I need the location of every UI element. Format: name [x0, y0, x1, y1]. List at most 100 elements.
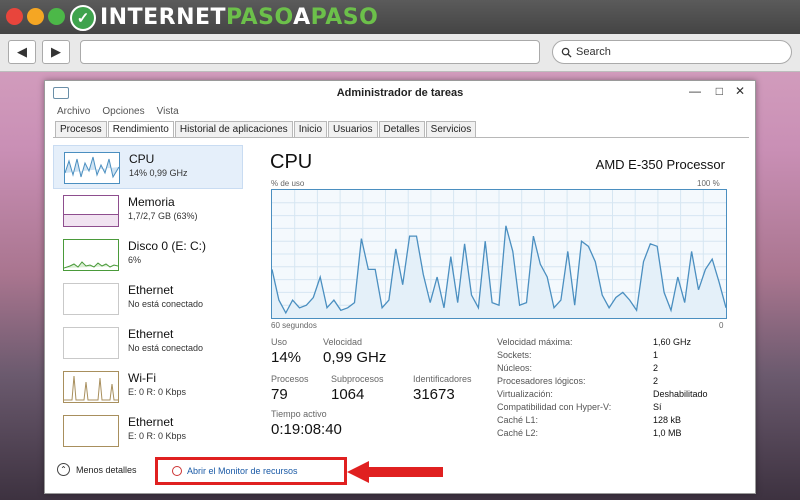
sidebar-item-wifi[interactable]: Wi-Fi E: 0 R: 0 Kbps — [53, 365, 243, 409]
ethernet-thumbnail — [63, 415, 119, 447]
detail-key: Núcleos: — [497, 363, 533, 373]
cpu-thumbnail — [64, 152, 120, 184]
sidebar-sublabel: No está conectado — [128, 343, 204, 353]
tab-detalles[interactable]: Detalles — [378, 121, 425, 137]
graph-y-max: 100 % — [697, 179, 720, 188]
detail-value: 2 — [653, 376, 659, 386]
sidebar-label: Memoria — [128, 195, 175, 209]
window-title: Administrador de tareas — [336, 87, 464, 99]
memory-thumbnail — [63, 195, 119, 227]
velocidad-label: Velocidad — [323, 337, 363, 347]
subprocesos-value: 1064 — [331, 386, 365, 403]
tab-servicios[interactable]: Servicios — [425, 121, 477, 137]
subprocesos-label: Subprocesos — [331, 374, 384, 384]
arrow-right-icon: ▶ — [51, 44, 61, 59]
maximize-window-button[interactable] — [48, 8, 65, 25]
detail-key: Sockets: — [497, 350, 532, 360]
menu-opciones[interactable]: Opciones — [102, 106, 144, 117]
logo-icon: ✓ — [70, 4, 96, 31]
arrow-left-icon: ◀ — [17, 44, 27, 59]
procesos-value: 79 — [271, 386, 288, 403]
sidebar-item-disco[interactable]: Disco 0 (E: C:) 6% — [53, 233, 243, 277]
sidebar-label: Ethernet — [128, 327, 174, 341]
browser-navbar: ◀ ▶ Search — [0, 34, 800, 72]
detail-key: Caché L1: — [497, 415, 539, 425]
procesos-label: Procesos — [271, 374, 309, 384]
tab-historial[interactable]: Historial de aplicaciones — [174, 121, 293, 137]
search-icon — [561, 47, 572, 58]
window-titlebar: Administrador de tareas — □ ✕ — [45, 81, 755, 105]
menu-bar: Archivo Opciones Vista — [57, 106, 179, 117]
detail-value: Sí — [653, 402, 662, 412]
sidebar-label: CPU — [129, 152, 155, 166]
detail-value: 1,0 MB — [653, 428, 682, 438]
minimize-icon[interactable]: — — [689, 84, 701, 98]
search-placeholder: Search — [576, 46, 611, 58]
disk-thumbnail — [63, 239, 119, 271]
tab-usuarios[interactable]: Usuarios — [328, 121, 378, 137]
uso-value: 14% — [271, 349, 302, 366]
minimize-window-button[interactable] — [27, 8, 44, 25]
tiempo-activo-label: Tiempo activo — [271, 409, 327, 419]
sidebar-item-memoria[interactable]: Memoria 1,7/2,7 GB (63%) — [53, 189, 243, 233]
forward-button[interactable]: ▶ — [42, 40, 70, 64]
sidebar-item-cpu[interactable]: CPU 14% 0,99 GHz — [53, 145, 243, 189]
tab-inicio[interactable]: Inicio — [293, 121, 328, 137]
uso-label: Uso — [271, 337, 288, 347]
detail-value: 1,60 GHz — [653, 337, 692, 347]
open-monitor-label: Abrir el Monitor de recursos — [187, 466, 298, 476]
menu-archivo[interactable]: Archivo — [57, 106, 90, 117]
chevron-up-icon: ⌃ — [57, 463, 70, 476]
detail-value: Deshabilitado — [653, 389, 708, 399]
velocidad-value: 0,99 GHz — [323, 349, 387, 366]
cpu-usage-chart — [272, 190, 726, 318]
search-input[interactable]: Search — [552, 40, 792, 64]
cpu-usage-graph — [271, 189, 727, 319]
back-button[interactable]: ◀ — [8, 40, 36, 64]
sidebar-item-ethernet-1[interactable]: Ethernet No está conectado — [53, 277, 243, 321]
sidebar-item-ethernet-3[interactable]: Ethernet E: 0 R: 0 Kbps — [53, 409, 243, 453]
detail-key: Velocidad máxima: — [497, 337, 573, 347]
task-manager-window: Administrador de tareas — □ ✕ Archivo Op… — [44, 80, 756, 494]
graph-y-label: % de uso — [271, 179, 305, 188]
red-arrow-annotation — [347, 461, 443, 483]
sidebar-sublabel: 1,7/2,7 GB (63%) — [128, 211, 198, 221]
maximize-icon[interactable]: □ — [716, 84, 723, 98]
ethernet-thumbnail — [63, 283, 119, 315]
graph-x-label: 60 segundos — [271, 321, 317, 330]
sidebar-label: Ethernet — [128, 283, 174, 297]
less-details-button[interactable]: ⌃ Menos detalles — [57, 463, 137, 476]
sidebar-item-ethernet-2[interactable]: Ethernet No está conectado — [53, 321, 243, 365]
tab-bar: Procesos Rendimiento Historial de aplica… — [55, 121, 477, 138]
processor-name: AMD E-350 Processor — [595, 157, 725, 172]
wifi-thumbnail — [63, 371, 119, 403]
browser-titlebar: ✓ INTERNETPASOAPASO — [0, 0, 800, 34]
sidebar-label: Wi-Fi — [128, 371, 156, 385]
sidebar-sublabel: 14% 0,99 GHz — [129, 168, 188, 178]
detail-key: Procesadores lógicos: — [497, 376, 586, 386]
sidebar-sublabel: 6% — [128, 255, 142, 265]
tiempo-activo-value: 0:19:08:40 — [271, 421, 342, 438]
menu-vista[interactable]: Vista — [157, 106, 179, 117]
identificadores-value: 31673 — [413, 386, 455, 403]
resource-monitor-icon — [172, 466, 182, 476]
site-logo: ✓ INTERNETPASOAPASO — [70, 4, 378, 31]
tab-rendimiento[interactable]: Rendimiento — [107, 121, 174, 138]
close-icon[interactable]: ✕ — [735, 84, 745, 98]
detail-value: 1 — [653, 350, 659, 360]
detail-key: Caché L2: — [497, 428, 539, 438]
detail-value: 128 kB — [653, 415, 682, 425]
sidebar-sublabel: E: 0 R: 0 Kbps — [128, 431, 187, 441]
sidebar-label: Disco 0 (E: C:) — [128, 239, 207, 253]
detail-value: 2 — [653, 363, 659, 373]
identificadores-label: Identificadores — [413, 374, 472, 384]
open-resource-monitor-link[interactable]: Abrir el Monitor de recursos — [155, 457, 347, 485]
less-details-label: Menos detalles — [76, 464, 137, 475]
close-window-button[interactable] — [6, 8, 23, 25]
page-title: CPU — [270, 151, 313, 173]
address-bar[interactable] — [80, 40, 540, 64]
tab-procesos[interactable]: Procesos — [55, 121, 107, 137]
sidebar-label: Ethernet — [128, 415, 174, 429]
detail-key: Virtualización: — [497, 389, 553, 399]
sidebar-sublabel: E: 0 R: 0 Kbps — [128, 387, 187, 397]
